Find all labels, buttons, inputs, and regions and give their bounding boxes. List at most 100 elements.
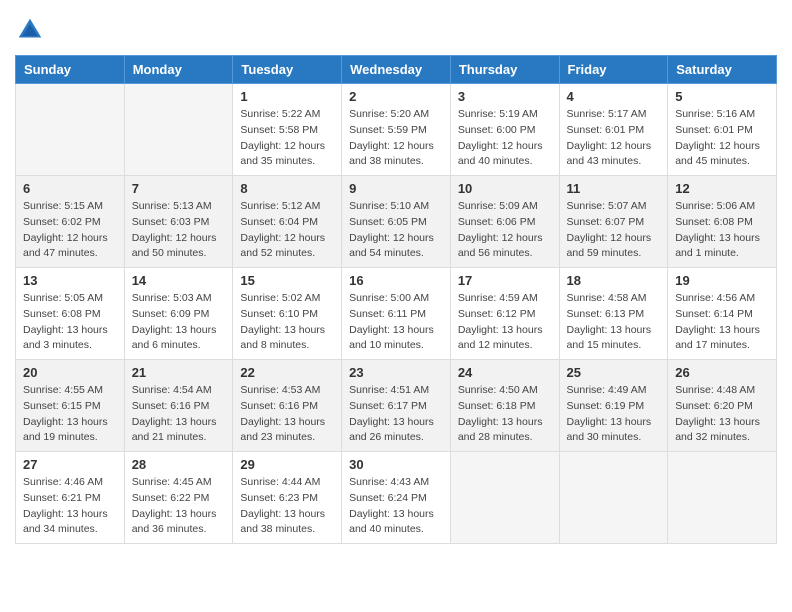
day-number: 2 [349, 89, 443, 104]
day-number: 4 [567, 89, 661, 104]
day-cell: 11 Sunrise: 5:07 AM Sunset: 6:07 PM Dayli… [559, 176, 668, 268]
day-cell: 26 Sunrise: 4:48 AM Sunset: 6:20 PM Dayli… [668, 360, 777, 452]
day-cell: 12 Sunrise: 5:06 AM Sunset: 6:08 PM Dayli… [668, 176, 777, 268]
day-cell [450, 452, 559, 544]
weekday-header-tuesday: Tuesday [233, 56, 342, 84]
day-number: 27 [23, 457, 117, 472]
day-number: 9 [349, 181, 443, 196]
day-cell: 14 Sunrise: 5:03 AM Sunset: 6:09 PM Dayli… [124, 268, 233, 360]
week-row-5: 27Sunrise: 4:46 AM Sunset: 6:21 PM Dayli… [16, 452, 777, 544]
day-number: 1 [240, 89, 334, 104]
day-info: Sunrise: 5:05 AM Sunset: 6:08 PM Dayligh… [23, 291, 117, 354]
day-info: Sunrise: 4:53 AM Sunset: 6:16 PM Dayligh… [240, 383, 334, 446]
day-number: 28 [132, 457, 226, 472]
day-info: Sunrise: 5:09 AM Sunset: 6:06 PM Dayligh… [458, 199, 552, 262]
day-number: 26 [675, 365, 769, 380]
day-number: 15 [240, 273, 334, 288]
day-number: 5 [675, 89, 769, 104]
day-info: Sunrise: 5:17 AM Sunset: 6:01 PM Dayligh… [567, 107, 661, 170]
day-info: Sunrise: 5:13 AM Sunset: 6:03 PM Dayligh… [132, 199, 226, 262]
day-number: 18 [567, 273, 661, 288]
logo-icon [15, 15, 45, 45]
day-info: Sunrise: 4:50 AM Sunset: 6:18 PM Dayligh… [458, 383, 552, 446]
week-row-3: 13 Sunrise: 5:05 AM Sunset: 6:08 PM Dayli… [16, 268, 777, 360]
day-info: Sunrise: 5:10 AM Sunset: 6:05 PM Dayligh… [349, 199, 443, 262]
day-info: Sunrise: 5:16 AM Sunset: 6:01 PM Dayligh… [675, 107, 769, 170]
day-cell: 29 Sunrise: 4:44 AM Sunset: 6:23 PM Dayli… [233, 452, 342, 544]
day-cell [124, 84, 233, 176]
day-cell: 8 Sunrise: 5:12 AM Sunset: 6:04 PM Daylig… [233, 176, 342, 268]
day-info: Sunrise: 5:00 AM Sunset: 6:11 PM Dayligh… [349, 291, 443, 354]
day-info: Sunrise: 5:12 AM Sunset: 6:04 PM Dayligh… [240, 199, 334, 262]
day-number: 25 [567, 365, 661, 380]
day-cell: 22Sunrise: 4:53 AM Sunset: 6:16 PM Dayli… [233, 360, 342, 452]
day-number: 8 [240, 181, 334, 196]
day-info: Sunrise: 5:22 AM Sunset: 5:58 PM Dayligh… [240, 107, 334, 170]
day-number: 21 [132, 365, 226, 380]
day-info: Sunrise: 4:55 AM Sunset: 6:15 PM Dayligh… [23, 383, 117, 446]
day-cell: 28 Sunrise: 4:45 AM Sunset: 6:22 PM Dayli… [124, 452, 233, 544]
weekday-header-sunday: Sunday [16, 56, 125, 84]
day-number: 30 [349, 457, 443, 472]
day-cell: 20 Sunrise: 4:55 AM Sunset: 6:15 PM Dayli… [16, 360, 125, 452]
day-cell: 13 Sunrise: 5:05 AM Sunset: 6:08 PM Dayli… [16, 268, 125, 360]
day-info: Sunrise: 4:51 AM Sunset: 6:17 PM Dayligh… [349, 383, 443, 446]
day-number: 10 [458, 181, 552, 196]
day-number: 29 [240, 457, 334, 472]
day-cell [668, 452, 777, 544]
day-info: Sunrise: 4:48 AM Sunset: 6:20 PM Dayligh… [675, 383, 769, 446]
day-cell: 19Sunrise: 4:56 AM Sunset: 6:14 PM Dayli… [668, 268, 777, 360]
day-cell: 24 Sunrise: 4:50 AM Sunset: 6:18 PM Dayli… [450, 360, 559, 452]
day-number: 12 [675, 181, 769, 196]
day-cell: 17 Sunrise: 4:59 AM Sunset: 6:12 PM Dayli… [450, 268, 559, 360]
day-cell: 3Sunrise: 5:19 AM Sunset: 6:00 PM Daylig… [450, 84, 559, 176]
day-cell: 16 Sunrise: 5:00 AM Sunset: 6:11 PM Dayli… [342, 268, 451, 360]
day-cell: 9 Sunrise: 5:10 AM Sunset: 6:05 PM Daylig… [342, 176, 451, 268]
day-info: Sunrise: 4:58 AM Sunset: 6:13 PM Dayligh… [567, 291, 661, 354]
day-cell: 30 Sunrise: 4:43 AM Sunset: 6:24 PM Dayli… [342, 452, 451, 544]
week-row-2: 6 Sunrise: 5:15 AM Sunset: 6:02 PM Daylig… [16, 176, 777, 268]
day-info: Sunrise: 4:45 AM Sunset: 6:22 PM Dayligh… [132, 475, 226, 538]
weekday-header-monday: Monday [124, 56, 233, 84]
day-info: Sunrise: 4:54 AM Sunset: 6:16 PM Dayligh… [132, 383, 226, 446]
weekday-header-wednesday: Wednesday [342, 56, 451, 84]
day-info: Sunrise: 4:49 AM Sunset: 6:19 PM Dayligh… [567, 383, 661, 446]
day-number: 16 [349, 273, 443, 288]
weekday-header-row: SundayMondayTuesdayWednesdayThursdayFrid… [16, 56, 777, 84]
weekday-header-thursday: Thursday [450, 56, 559, 84]
day-cell: 7 Sunrise: 5:13 AM Sunset: 6:03 PM Daylig… [124, 176, 233, 268]
page-header [15, 15, 777, 45]
day-number: 11 [567, 181, 661, 196]
day-number: 7 [132, 181, 226, 196]
day-info: Sunrise: 4:44 AM Sunset: 6:23 PM Dayligh… [240, 475, 334, 538]
day-info: Sunrise: 5:03 AM Sunset: 6:09 PM Dayligh… [132, 291, 226, 354]
day-number: 17 [458, 273, 552, 288]
day-info: Sunrise: 4:59 AM Sunset: 6:12 PM Dayligh… [458, 291, 552, 354]
day-cell [559, 452, 668, 544]
week-row-4: 20 Sunrise: 4:55 AM Sunset: 6:15 PM Dayli… [16, 360, 777, 452]
day-cell: 5 Sunrise: 5:16 AM Sunset: 6:01 PM Daylig… [668, 84, 777, 176]
day-info: Sunrise: 4:56 AM Sunset: 6:14 PM Dayligh… [675, 291, 769, 354]
day-info: Sunrise: 5:15 AM Sunset: 6:02 PM Dayligh… [23, 199, 117, 262]
logo [15, 15, 49, 45]
day-cell: 1 Sunrise: 5:22 AM Sunset: 5:58 PM Daylig… [233, 84, 342, 176]
day-cell: 15Sunrise: 5:02 AM Sunset: 6:10 PM Dayli… [233, 268, 342, 360]
day-number: 20 [23, 365, 117, 380]
day-cell: 4 Sunrise: 5:17 AM Sunset: 6:01 PM Daylig… [559, 84, 668, 176]
day-cell: 2Sunrise: 5:20 AM Sunset: 5:59 PM Daylig… [342, 84, 451, 176]
day-number: 13 [23, 273, 117, 288]
weekday-header-friday: Friday [559, 56, 668, 84]
day-info: Sunrise: 5:07 AM Sunset: 6:07 PM Dayligh… [567, 199, 661, 262]
day-number: 14 [132, 273, 226, 288]
day-info: Sunrise: 4:43 AM Sunset: 6:24 PM Dayligh… [349, 475, 443, 538]
day-info: Sunrise: 5:06 AM Sunset: 6:08 PM Dayligh… [675, 199, 769, 262]
day-number: 6 [23, 181, 117, 196]
day-cell: 23Sunrise: 4:51 AM Sunset: 6:17 PM Dayli… [342, 360, 451, 452]
day-cell: 18 Sunrise: 4:58 AM Sunset: 6:13 PM Dayli… [559, 268, 668, 360]
day-cell: 6 Sunrise: 5:15 AM Sunset: 6:02 PM Daylig… [16, 176, 125, 268]
day-cell: 25 Sunrise: 4:49 AM Sunset: 6:19 PM Dayli… [559, 360, 668, 452]
weekday-header-saturday: Saturday [668, 56, 777, 84]
week-row-1: 1 Sunrise: 5:22 AM Sunset: 5:58 PM Daylig… [16, 84, 777, 176]
day-cell: 21 Sunrise: 4:54 AM Sunset: 6:16 PM Dayli… [124, 360, 233, 452]
day-number: 24 [458, 365, 552, 380]
